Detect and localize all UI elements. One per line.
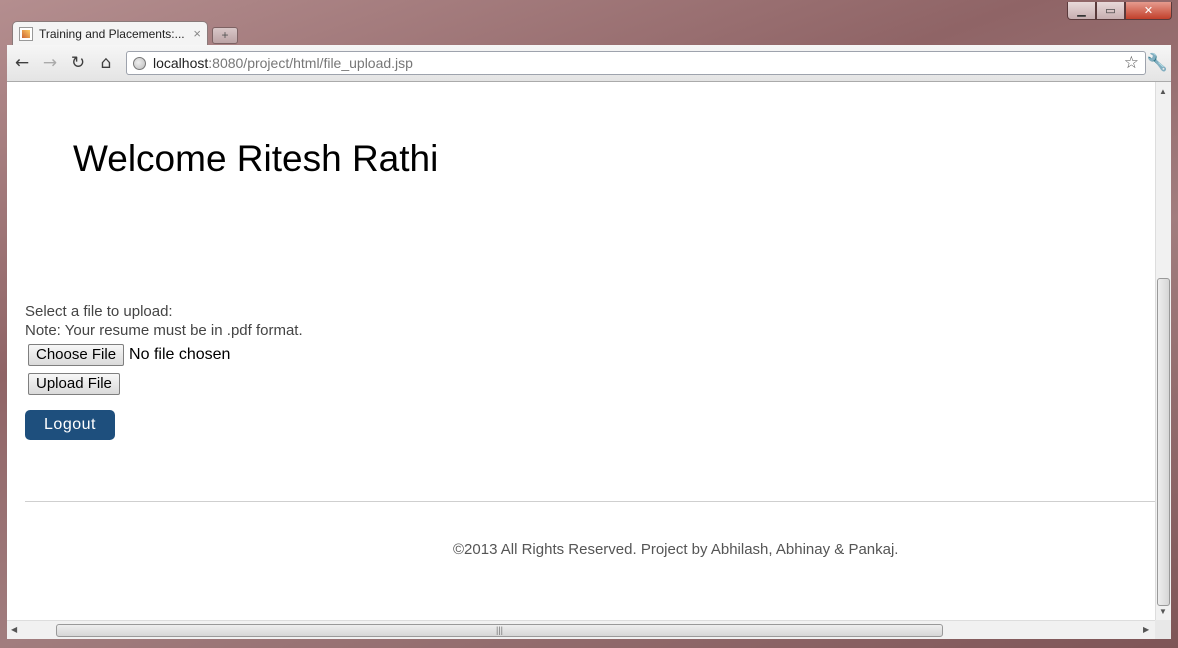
browser-window: ▁ ▭ ✕ Training and Placements:... × + ← … — [0, 0, 1178, 648]
star-icon[interactable]: ☆ — [1124, 53, 1139, 73]
format-note: Note: Your resume must be in .pdf format… — [25, 322, 303, 339]
vertical-scrollbar[interactable]: ▲ ▼ — [1155, 82, 1171, 620]
upload-row: Upload File — [28, 373, 120, 395]
maximize-icon[interactable]: ▭ — [1096, 2, 1125, 20]
back-arrow-icon[interactable]: ← — [11, 53, 33, 73]
browser-tab[interactable]: Training and Placements:... × — [12, 21, 208, 45]
tab-title: Training and Placements:... — [39, 26, 185, 41]
page-content: Welcome Ritesh Rathi Select a file to up… — [7, 82, 1155, 620]
browser-toolbar: ← → ↻ ⌂ localhost:8080/project/html/file… — [7, 45, 1171, 82]
upload-file-button[interactable]: Upload File — [28, 373, 120, 395]
footer-text: ©2013 All Rights Reserved. Project by Ab… — [453, 541, 899, 558]
choose-file-button[interactable]: Choose File — [28, 344, 125, 366]
scroll-up-icon[interactable]: ▲ — [1159, 87, 1167, 96]
horizontal-scroll-thumb[interactable]: ||| — [56, 624, 943, 637]
forward-arrow-icon[interactable]: → — [39, 53, 61, 73]
globe-icon — [133, 56, 146, 70]
url-text[interactable]: localhost:8080/project/html/file_upload.… — [153, 55, 413, 71]
welcome-heading: Welcome Ritesh Rathi — [73, 138, 439, 179]
scroll-left-icon[interactable]: ◀ — [11, 625, 17, 634]
file-status-text: No file chosen — [129, 346, 231, 363]
logout-button[interactable]: Logout — [25, 410, 115, 440]
url-path: :8080/project/html/file_upload.jsp — [208, 55, 413, 71]
upload-instructions: Select a file to upload: Note: Your resu… — [25, 302, 303, 340]
scroll-right-icon[interactable]: ▶ — [1143, 625, 1149, 634]
window-controls: ▁ ▭ ✕ — [1067, 2, 1172, 20]
file-input: Choose File No file chosen — [28, 344, 230, 366]
select-file-label: Select a file to upload: — [25, 303, 173, 320]
home-icon[interactable]: ⌂ — [95, 53, 117, 73]
close-window-icon[interactable]: ✕ — [1125, 2, 1172, 20]
wrench-icon[interactable]: 🔧 — [1147, 53, 1168, 73]
url-host: localhost — [153, 55, 209, 71]
footer-divider — [25, 501, 1155, 502]
horizontal-scrollbar[interactable]: ◀ ||| ▶ — [7, 620, 1155, 639]
minimize-icon[interactable]: ▁ — [1067, 2, 1096, 20]
address-bar[interactable]: localhost:8080/project/html/file_upload.… — [126, 51, 1146, 75]
scroll-corner — [1155, 620, 1171, 639]
new-tab-button[interactable]: + — [212, 27, 238, 44]
favicon-icon — [19, 26, 33, 41]
reload-icon[interactable]: ↻ — [67, 53, 89, 73]
scroll-down-icon[interactable]: ▼ — [1159, 607, 1167, 616]
tab-close-icon[interactable]: × — [193, 26, 201, 41]
vertical-scroll-thumb[interactable] — [1157, 278, 1170, 606]
